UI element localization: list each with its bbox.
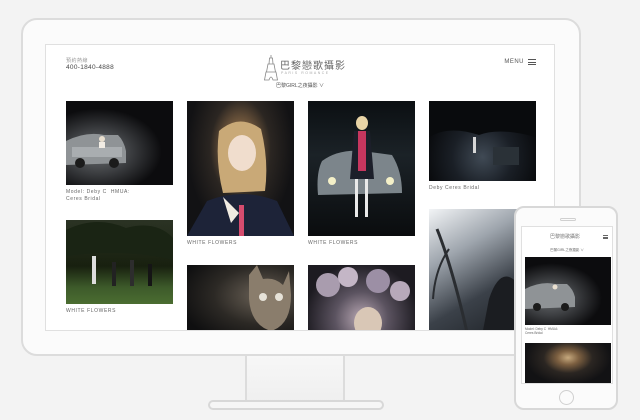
mobile-photo-car-illustration — [525, 283, 575, 311]
desktop-monitor: 預約熱線 400-1840-4888 巴黎戀歌攝影 PARIS ROMANCE … — [21, 18, 581, 356]
desktop-screen: 預約熱線 400-1840-4888 巴黎戀歌攝影 PARIS ROMANCE … — [45, 44, 555, 331]
photo-red-coat — [308, 101, 415, 236]
gallery-tile[interactable]: WHITE FLOWERS — [187, 101, 294, 251]
mobile-hamburger-icon[interactable] — [603, 235, 608, 239]
photo-tree-illustration — [66, 221, 173, 286]
mobile-photo-caption: Model: Deby C HMUA: Ceres Bridal — [525, 327, 559, 335]
mobile-category-dropdown[interactable]: 巴黎GIRL之夜攝影 ∨ — [522, 248, 612, 253]
photo-caption: WHITE FLOWERS — [308, 240, 359, 246]
photo-night-forest — [429, 101, 536, 181]
gallery-tile[interactable]: Model: Deby C HMUA: Ceres Bridal — [66, 101, 173, 211]
gallery-tile[interactable]: WHITE FLOWERS — [66, 220, 173, 330]
mobile-logo[interactable]: 巴黎戀歌攝影 — [550, 233, 580, 240]
monitor-stand-neck — [245, 356, 345, 402]
photo-girl-illustration — [187, 121, 294, 236]
monitor-stand-base — [208, 400, 384, 410]
photo-redcoat-illustration — [317, 116, 402, 217]
gallery-tile[interactable]: Deby Ceres Bridal — [429, 101, 536, 201]
photo-flowers-illustration — [316, 267, 410, 330]
photo-cat-illustration — [249, 265, 291, 330]
photo-caption: WHITE FLOWERS — [187, 240, 238, 246]
photo-caption: Deby Ceres Bridal — [429, 185, 480, 191]
logo-subtitle: PARIS ROMANCE — [281, 71, 330, 75]
contact-phone[interactable]: 400-1840-4888 — [66, 64, 114, 71]
photo-car-illustration — [66, 133, 126, 168]
mobile-screen: 巴黎戀歌攝影 巴黎GIRL之夜攝影 ∨ Model: Deby C HMUA: … — [521, 226, 613, 384]
photo-forest-illustration — [429, 101, 536, 165]
gallery-tile[interactable]: WHITE FLOWERS — [308, 101, 415, 251]
mobile-phone: 巴黎戀歌攝影 巴黎GIRL之夜攝影 ∨ Model: Deby C HMUA: … — [514, 206, 618, 410]
photo-blonde-girl — [187, 101, 294, 236]
menu-label: MENU — [504, 59, 524, 65]
photo-gallery: Model: Deby C HMUA: Ceres Bridal WHITE F… — [66, 101, 536, 330]
photo-flowers — [308, 265, 415, 330]
photo-caption: Model: Deby C HMUA: Ceres Bridal — [66, 189, 130, 202]
photo-tree-party — [66, 220, 173, 304]
menu-button[interactable]: MENU — [504, 59, 536, 65]
phone-home-button[interactable] — [559, 390, 574, 405]
photo-vintage-car — [66, 101, 173, 185]
mobile-photo-vintage-car[interactable] — [525, 257, 611, 325]
mobile-photo-portrait[interactable] — [525, 343, 611, 383]
logo-text: 巴黎戀歌攝影 — [280, 61, 346, 72]
phone-speaker — [560, 218, 576, 221]
gallery-tile[interactable] — [308, 265, 415, 330]
photo-cat-mask — [187, 265, 294, 330]
category-dropdown[interactable]: 巴黎GIRL之夜攝影 ∨ — [46, 82, 554, 89]
site-header: 預約熱線 400-1840-4888 巴黎戀歌攝影 PARIS ROMANCE … — [46, 45, 554, 99]
eiffel-tower-icon — [264, 55, 278, 81]
photo-caption: WHITE FLOWERS — [66, 308, 117, 314]
contact-label: 預約熱線 — [66, 58, 89, 64]
hamburger-icon — [528, 59, 536, 65]
gallery-tile[interactable] — [187, 265, 294, 330]
site-logo[interactable]: 巴黎戀歌攝影 PARIS ROMANCE — [264, 55, 354, 83]
